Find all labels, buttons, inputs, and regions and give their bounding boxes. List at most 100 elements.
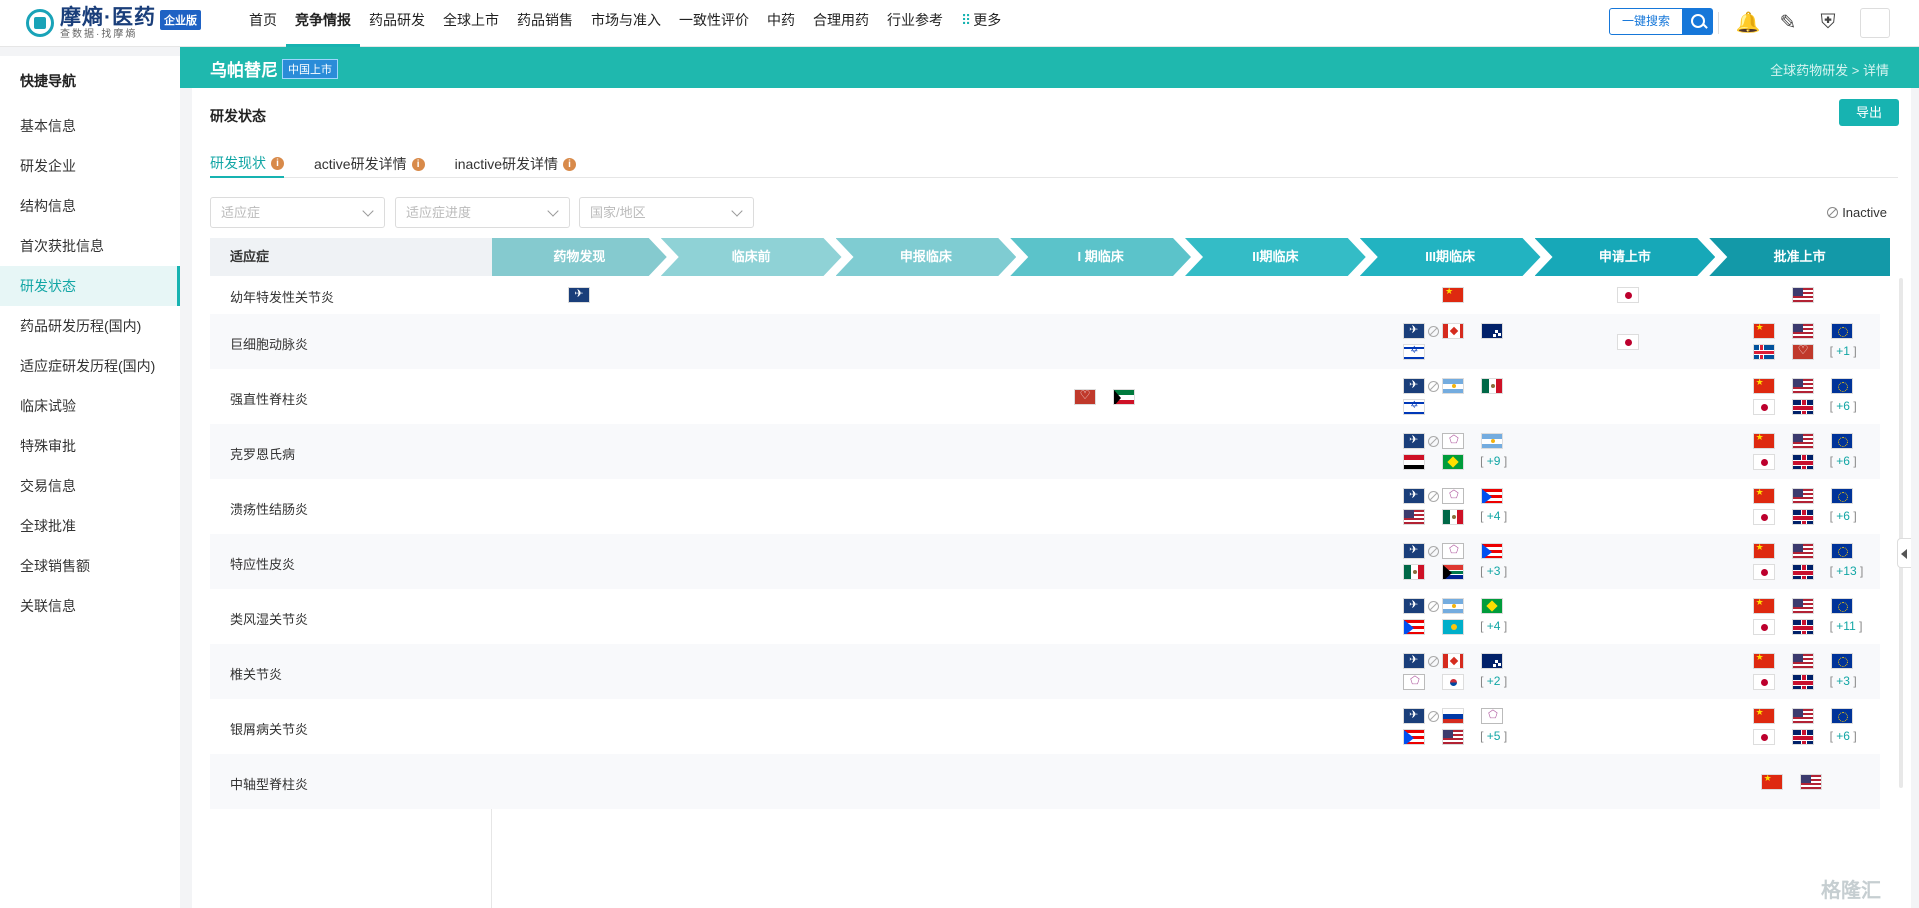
breadcrumb[interactable]: 全球药物研发 > 详情	[1770, 60, 1889, 79]
indication-name[interactable]: 银屑病关节炎	[230, 719, 308, 738]
nav-item-7[interactable]: 中药	[758, 0, 804, 47]
sidebar-item-10[interactable]: 全球批准	[0, 506, 180, 546]
gb-flag-icon[interactable]	[1791, 508, 1814, 525]
gb-flag-icon[interactable]	[1791, 673, 1814, 690]
us-flag-icon[interactable]	[1791, 487, 1814, 504]
gb-flag-icon[interactable]	[1791, 453, 1814, 470]
us-flag-icon[interactable]	[1791, 287, 1814, 303]
eu-flag-icon[interactable]	[1830, 487, 1853, 504]
indication-filter[interactable]: 适应症	[210, 197, 385, 228]
ema-flag-icon[interactable]	[1403, 487, 1426, 504]
tab-2[interactable]: inactive研发详情 i	[455, 150, 577, 178]
eu-flag-icon[interactable]	[1830, 542, 1853, 559]
shield-icon[interactable]: ⛨	[1815, 9, 1841, 35]
logo[interactable]: 摩熵·医药 查数据·找摩熵 企业版	[26, 4, 201, 42]
sidebar-item-4[interactable]: 研发状态	[0, 266, 180, 306]
mx-flag-icon[interactable]	[1403, 563, 1426, 580]
gb-flag-icon[interactable]	[1791, 398, 1814, 415]
cn-flag-icon[interactable]	[1752, 377, 1775, 394]
kr-flag-icon[interactable]	[1442, 673, 1465, 690]
us-flag-icon[interactable]	[1791, 322, 1814, 339]
cn-flag-icon[interactable]	[1760, 773, 1783, 790]
sidebar-item-12[interactable]: 关联信息	[0, 586, 180, 626]
kz-flag-icon[interactable]	[1442, 618, 1465, 635]
is-flag-icon[interactable]	[1752, 343, 1775, 360]
eu-flag-icon[interactable]	[1830, 322, 1853, 339]
br-flag-icon[interactable]	[1481, 597, 1504, 614]
eu-flag-icon[interactable]	[1830, 707, 1853, 724]
us-flag-icon[interactable]	[1403, 508, 1426, 525]
indication-name[interactable]: 溃疡性结肠炎	[230, 499, 308, 518]
tab-0[interactable]: 研发现状 i	[210, 150, 284, 178]
sidebar-item-9[interactable]: 交易信息	[0, 466, 180, 506]
nav-item-5[interactable]: 市场与准入	[582, 0, 670, 47]
tw-flag-icon[interactable]	[1442, 432, 1465, 449]
kw-flag-icon[interactable]	[1112, 388, 1135, 405]
pr-flag-icon[interactable]	[1481, 542, 1504, 559]
us-flag-icon[interactable]	[1791, 432, 1814, 449]
eg-flag-icon[interactable]	[1403, 453, 1426, 470]
tw-flag-icon[interactable]	[1403, 673, 1426, 690]
nav-item-8[interactable]: 合理用药	[804, 0, 878, 47]
cn-flag-icon[interactable]	[1752, 652, 1775, 669]
eu-flag-icon[interactable]	[1830, 652, 1853, 669]
export-button[interactable]: 导出	[1839, 99, 1899, 126]
gb-flag-icon[interactable]	[1791, 563, 1814, 580]
mx-flag-icon[interactable]	[1442, 508, 1465, 525]
cn-flag-icon[interactable]	[1442, 287, 1465, 303]
feedback-icon[interactable]: ✎	[1775, 9, 1801, 35]
ar-flag-icon[interactable]	[1442, 377, 1465, 394]
pr-flag-icon[interactable]	[1403, 728, 1426, 745]
indication-name[interactable]: 克罗恩氏病	[230, 444, 295, 463]
sidebar-item-3[interactable]: 首次获批信息	[0, 226, 180, 266]
indication-name[interactable]: 类风湿关节炎	[230, 609, 308, 628]
more-countries-link[interactable]: [ +6 ]	[1830, 454, 1857, 468]
tw-flag-icon[interactable]	[1442, 487, 1465, 504]
ema-flag-icon[interactable]	[1403, 652, 1426, 669]
ema-flag-icon[interactable]	[1403, 542, 1426, 559]
collapse-handle[interactable]	[1897, 538, 1911, 568]
more-countries-link[interactable]: [ +4 ]	[1480, 619, 1507, 633]
nav-item-9[interactable]: 行业参考	[878, 0, 952, 47]
za-flag-icon[interactable]	[1442, 563, 1465, 580]
ema-flag-icon[interactable]	[1403, 707, 1426, 724]
cn-flag-icon[interactable]	[1752, 597, 1775, 614]
more-countries-link[interactable]: [ +2 ]	[1480, 674, 1507, 688]
cn-flag-icon[interactable]	[1752, 432, 1775, 449]
sidebar-item-8[interactable]: 特殊审批	[0, 426, 180, 466]
ru-flag-icon[interactable]	[1442, 707, 1465, 724]
nav-item-0[interactable]: 首页	[240, 0, 286, 47]
sidebar-item-11[interactable]: 全球销售额	[0, 546, 180, 586]
ca-flag-icon[interactable]	[1442, 322, 1465, 339]
more-countries-link[interactable]: [ +6 ]	[1830, 399, 1857, 413]
more-countries-link[interactable]: [ +13 ]	[1830, 564, 1864, 578]
hc-flag-icon[interactable]	[1073, 388, 1096, 405]
tw-flag-icon[interactable]	[1442, 542, 1465, 559]
pr-flag-icon[interactable]	[1481, 487, 1504, 504]
us-flag-icon[interactable]	[1791, 707, 1814, 724]
more-countries-link[interactable]: [ +3 ]	[1480, 564, 1507, 578]
hc-flag-icon[interactable]	[1791, 343, 1814, 360]
info-icon[interactable]: i	[411, 157, 425, 171]
jp-flag-icon[interactable]	[1752, 618, 1775, 635]
mx-flag-icon[interactable]	[1481, 377, 1504, 394]
indication-name[interactable]: 椎关节炎	[230, 664, 282, 683]
jp-flag-icon[interactable]	[1616, 333, 1639, 350]
region-filter[interactable]: 国家/地区	[579, 197, 754, 228]
gb-flag-icon[interactable]	[1791, 618, 1814, 635]
au-flag-icon[interactable]	[1481, 652, 1504, 669]
jp-flag-icon[interactable]	[1752, 453, 1775, 470]
jp-flag-icon[interactable]	[1752, 508, 1775, 525]
cn-flag-icon[interactable]	[1752, 542, 1775, 559]
nav-item-3[interactable]: 全球上市	[434, 0, 508, 47]
more-countries-link[interactable]: [ +11 ]	[1830, 619, 1863, 633]
indication-name[interactable]: 强直性脊柱炎	[230, 389, 308, 408]
nav-item-4[interactable]: 药品销售	[508, 0, 582, 47]
ar-flag-icon[interactable]	[1442, 597, 1465, 614]
sidebar-item-2[interactable]: 结构信息	[0, 186, 180, 226]
more-countries-link[interactable]: [ +6 ]	[1830, 729, 1857, 743]
eu-flag-icon[interactable]	[1830, 432, 1853, 449]
tw-flag-icon[interactable]	[1481, 707, 1504, 724]
us-flag-icon[interactable]	[1791, 652, 1814, 669]
us-flag-icon[interactable]	[1791, 377, 1814, 394]
